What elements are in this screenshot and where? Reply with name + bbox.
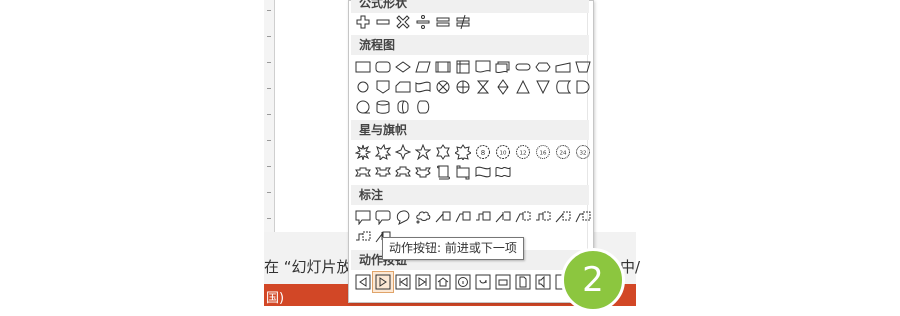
- flowchart-decision-icon[interactable]: [393, 57, 413, 77]
- curved-ribbon-down-icon[interactable]: [413, 162, 433, 182]
- line-callout-2-icon[interactable]: [453, 207, 473, 227]
- svg-text:12: 12: [520, 151, 527, 157]
- star-10-point-icon[interactable]: 10: [493, 142, 513, 162]
- flowchart-connector-icon[interactable]: [353, 77, 373, 97]
- end-icon[interactable]: [413, 272, 433, 292]
- flowchart-stored-data-icon[interactable]: [553, 77, 573, 97]
- star-24-point-icon[interactable]: 24: [553, 142, 573, 162]
- flowchart-row-2: [353, 77, 593, 97]
- callouts-row-1: [353, 207, 593, 227]
- sound-icon[interactable]: [533, 272, 553, 292]
- line-callout-3-icon[interactable]: [473, 207, 493, 227]
- flowchart-alternate-process-icon[interactable]: [373, 57, 393, 77]
- ribbon-down-icon[interactable]: [373, 162, 393, 182]
- svg-text:32: 32: [580, 151, 587, 157]
- category-flowchart: 流程图: [351, 35, 589, 55]
- flowchart-terminator-icon[interactable]: [513, 57, 533, 77]
- document-icon[interactable]: [513, 272, 533, 292]
- equation-shapes-row: [353, 12, 473, 32]
- rounded-rectangular-callout-icon[interactable]: [373, 207, 393, 227]
- flowchart-extract-icon[interactable]: [513, 77, 533, 97]
- flowchart-magnetic-disk-icon[interactable]: [373, 97, 393, 117]
- beginning-icon[interactable]: [393, 272, 413, 292]
- multiply-icon[interactable]: [393, 12, 413, 32]
- flowchart-sort-icon[interactable]: [493, 77, 513, 97]
- flowchart-card-icon[interactable]: [393, 77, 413, 97]
- divide-icon[interactable]: [413, 12, 433, 32]
- cloud-callout-icon[interactable]: [413, 207, 433, 227]
- vertical-scroll-icon[interactable]: [433, 162, 453, 182]
- flowchart-internal-storage-icon[interactable]: [453, 57, 473, 77]
- plus-icon[interactable]: [353, 12, 373, 32]
- line-callout-3-accent-icon[interactable]: [533, 207, 553, 227]
- star-32-point-icon[interactable]: 32: [573, 142, 593, 162]
- movie-icon[interactable]: [493, 272, 513, 292]
- flowchart-manual-operation-icon[interactable]: [573, 57, 593, 77]
- flowchart-display-icon[interactable]: [413, 97, 433, 117]
- star-8-point-icon[interactable]: 8: [473, 142, 493, 162]
- flowchart-merge-icon[interactable]: [533, 77, 553, 97]
- line-callout-2-no-border-icon[interactable]: [573, 207, 593, 227]
- flowchart-direct-access-icon[interactable]: [393, 97, 413, 117]
- line-callout-1-no-border-icon[interactable]: [553, 207, 573, 227]
- line-callout-1-icon[interactable]: [433, 207, 453, 227]
- flowchart-offpage-connector-icon[interactable]: [373, 77, 393, 97]
- tooltip: 动作按钮: 前进或下一项: [382, 237, 524, 260]
- flowchart-row-1: [353, 57, 593, 77]
- flowchart-delay-icon[interactable]: [573, 77, 593, 97]
- star-5-point-icon[interactable]: [413, 142, 433, 162]
- stars-row-1: 8 10 12 16 24 32: [353, 142, 593, 162]
- category-stars-banners: 星与旗帜: [351, 120, 589, 140]
- svg-text:8: 8: [481, 149, 485, 157]
- star-7-point-icon[interactable]: [453, 142, 473, 162]
- svg-text:24: 24: [560, 151, 567, 157]
- flowchart-sequential-access-icon[interactable]: [353, 97, 373, 117]
- action-buttons-row: ?: [353, 271, 573, 293]
- flowchart-row-3: [353, 97, 433, 117]
- stars-row-2: [353, 162, 513, 182]
- vertical-ruler: [264, 0, 275, 232]
- star-16-point-icon[interactable]: 16: [533, 142, 553, 162]
- flowchart-summing-junction-icon[interactable]: [433, 77, 453, 97]
- return-icon[interactable]: [473, 272, 493, 292]
- svg-text:16: 16: [540, 151, 547, 157]
- flowchart-predefined-process-icon[interactable]: [433, 57, 453, 77]
- rectangular-callout-icon[interactable]: [353, 207, 373, 227]
- flowchart-preparation-icon[interactable]: [533, 57, 553, 77]
- flowchart-process-icon[interactable]: [353, 57, 373, 77]
- category-callouts: 标注: [351, 185, 589, 205]
- ribbon-up-icon[interactable]: [353, 162, 373, 182]
- back-previous-icon[interactable]: [353, 272, 373, 292]
- step-number-badge: 2: [561, 248, 625, 312]
- star-12-point-icon[interactable]: 12: [513, 142, 533, 162]
- curved-ribbon-up-icon[interactable]: [393, 162, 413, 182]
- horizontal-scroll-icon[interactable]: [453, 162, 473, 182]
- flowchart-manual-input-icon[interactable]: [553, 57, 573, 77]
- forward-next-icon[interactable]: [372, 271, 394, 293]
- star-4-point-icon[interactable]: [393, 142, 413, 162]
- wave-icon[interactable]: [473, 162, 493, 182]
- status-text: 国): [266, 291, 285, 306]
- double-wave-icon[interactable]: [493, 162, 513, 182]
- flowchart-data-icon[interactable]: [413, 57, 433, 77]
- minus-icon[interactable]: [373, 12, 393, 32]
- not-equal-icon[interactable]: [453, 12, 473, 32]
- explosion-1-icon[interactable]: [353, 142, 373, 162]
- flowchart-punched-tape-icon[interactable]: [413, 77, 433, 97]
- line-callout-1-accent-icon[interactable]: [493, 207, 513, 227]
- information-icon[interactable]: [453, 272, 473, 292]
- flowchart-or-icon[interactable]: [453, 77, 473, 97]
- line-callout-2-accent-icon[interactable]: [513, 207, 533, 227]
- star-6-point-icon[interactable]: [433, 142, 453, 162]
- flowchart-collate-icon[interactable]: [473, 77, 493, 97]
- explosion-2-icon[interactable]: [373, 142, 393, 162]
- home-icon[interactable]: [433, 272, 453, 292]
- equal-icon[interactable]: [433, 12, 453, 32]
- flowchart-multidocument-icon[interactable]: [493, 57, 513, 77]
- oval-callout-icon[interactable]: [393, 207, 413, 227]
- svg-text:10: 10: [500, 151, 507, 157]
- line-callout-3-no-border-icon[interactable]: [353, 227, 373, 247]
- flowchart-document-icon[interactable]: [473, 57, 493, 77]
